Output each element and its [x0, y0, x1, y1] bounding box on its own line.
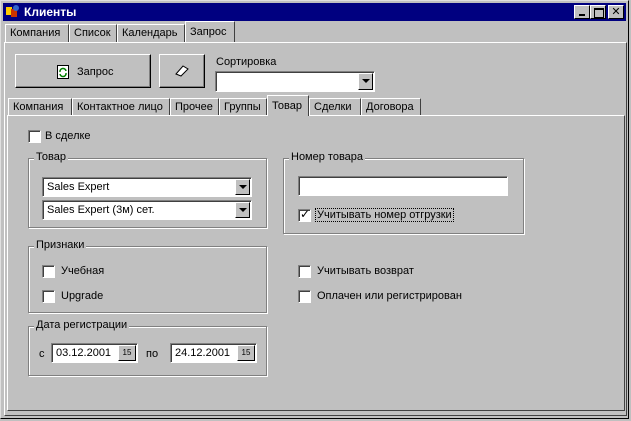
sort-combobox[interactable]	[215, 71, 375, 92]
tab-label: Договора	[366, 101, 414, 113]
query-button[interactable]: Запрос	[15, 54, 151, 88]
minimize-icon	[579, 14, 585, 16]
checkmark-icon: ✓	[300, 207, 311, 221]
tab-label: Календарь	[122, 27, 178, 39]
date-to-input[interactable]: 24.12.2001 15	[170, 343, 257, 363]
subtab-company[interactable]: Компания	[8, 98, 72, 116]
tab-calendar[interactable]: Календарь	[117, 24, 185, 42]
consider-return-label: Учитывать возврат	[317, 265, 414, 277]
product-combobox[interactable]: Sales Expert	[42, 177, 252, 197]
tab-company[interactable]: Компания	[5, 24, 69, 42]
date-from-calendar-button[interactable]: 15	[118, 345, 136, 361]
product-dropdown-button[interactable]	[235, 179, 250, 195]
in-deal-checkbox[interactable]	[28, 130, 41, 143]
training-checkbox[interactable]	[42, 265, 55, 278]
tab-label: Сделки	[314, 101, 352, 113]
signs-group: Признаки	[28, 239, 267, 313]
title-bar[interactable]: Клиенты ✕	[3, 3, 626, 21]
calendar-icon: 15	[241, 348, 251, 357]
upgrade-checkbox[interactable]	[42, 290, 55, 303]
date-from-label: с	[39, 348, 45, 360]
product-group-label: Товар	[34, 151, 68, 163]
tab-label: Товар	[272, 100, 302, 112]
paid-or-registered-checkbox[interactable]	[298, 290, 311, 303]
refresh-icon	[57, 65, 69, 79]
variant-combobox[interactable]: Sales Expert (3м) сет.	[42, 200, 252, 220]
product-number-group: Номер товара	[283, 151, 524, 234]
chevron-down-icon	[362, 79, 370, 83]
consider-shipment-checkbox[interactable]: ✓	[298, 207, 311, 222]
minimize-button[interactable]	[574, 5, 590, 19]
paid-or-registered-label: Оплачен или регистрирован	[317, 290, 462, 302]
subtab-product[interactable]: Товар	[267, 95, 309, 116]
tab-label: Компания	[10, 27, 61, 39]
chevron-down-icon	[239, 185, 247, 189]
close-button[interactable]: ✕	[608, 5, 624, 19]
close-icon: ✕	[611, 6, 621, 18]
date-to-label: по	[146, 348, 159, 360]
variant-dropdown-button[interactable]	[235, 202, 250, 218]
calendar-icon: 15	[122, 348, 132, 357]
registration-date-label: Дата регистрации	[34, 319, 130, 331]
tab-label: Группы	[224, 101, 261, 113]
signs-group-label: Признаки	[34, 239, 87, 251]
subtab-contact[interactable]: Контактное лицо	[72, 98, 170, 116]
sort-label: Сортировка	[216, 56, 277, 68]
training-label: Учебная	[61, 265, 105, 277]
window-title: Клиенты	[24, 5, 77, 19]
product-value: Sales Expert	[47, 181, 110, 193]
product-number-input[interactable]	[298, 176, 508, 196]
variant-value: Sales Expert (3м) сет.	[47, 204, 155, 216]
date-to-value: 24.12.2001	[175, 347, 231, 359]
maximize-button[interactable]	[590, 5, 606, 19]
upgrade-label: Upgrade	[61, 290, 104, 302]
tab-label: Список	[74, 27, 111, 39]
date-to-calendar-button[interactable]: 15	[237, 345, 255, 361]
subtab-contracts[interactable]: Договора	[361, 98, 421, 116]
tab-query[interactable]: Запрос	[185, 21, 235, 42]
subtab-deals[interactable]: Сделки	[309, 98, 361, 116]
maximize-icon	[594, 8, 604, 18]
subtab-groups[interactable]: Группы	[219, 98, 267, 116]
app-icon	[6, 5, 19, 17]
clear-button[interactable]	[159, 54, 205, 88]
tab-list[interactable]: Список	[69, 24, 117, 42]
date-from-value: 03.12.2001	[56, 347, 112, 359]
date-from-input[interactable]: 03.12.2001 15	[51, 343, 138, 363]
consider-shipment-label: Учитывать номер отгрузки	[315, 208, 454, 222]
tab-label: Прочее	[175, 101, 213, 113]
main-window: Клиенты ✕ Компания Список Календарь Запр…	[0, 0, 629, 419]
tab-label: Запрос	[190, 26, 227, 38]
chevron-down-icon	[239, 208, 247, 212]
eraser-icon	[175, 65, 189, 77]
tab-label: Компания	[13, 101, 64, 113]
in-deal-label: В сделке	[45, 130, 91, 142]
subtab-other[interactable]: Прочее	[170, 98, 219, 116]
tab-label: Контактное лицо	[77, 101, 163, 113]
consider-return-checkbox[interactable]	[298, 265, 311, 278]
product-number-label: Номер товара	[289, 151, 366, 163]
query-button-label: Запрос	[77, 66, 114, 78]
sort-dropdown-button[interactable]	[358, 73, 373, 90]
